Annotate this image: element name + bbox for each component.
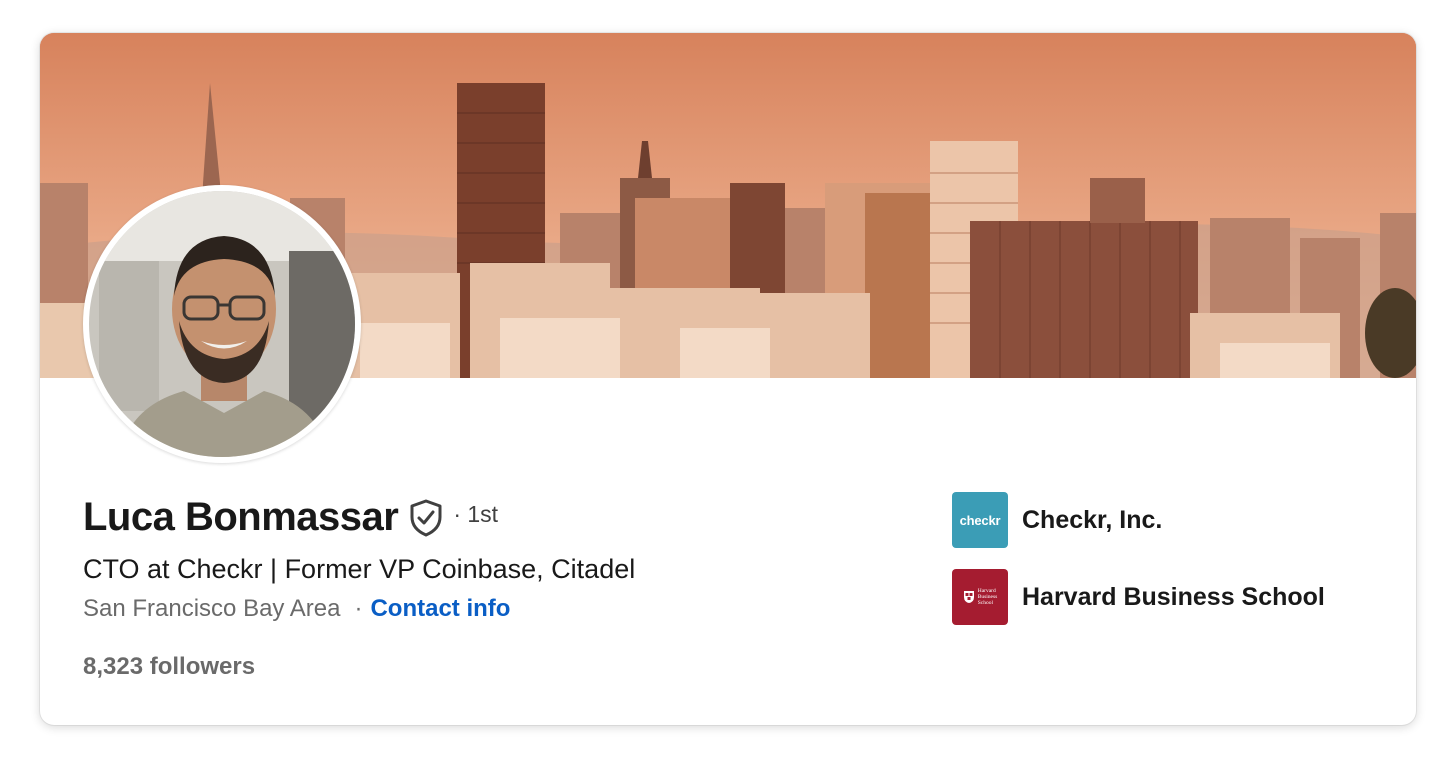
profile-headline: CTO at Checkr | Former VP Coinbase, Cita… bbox=[83, 554, 636, 584]
followers-count: 8,323 followers bbox=[83, 653, 256, 680]
separator-dot: · bbox=[354, 595, 363, 622]
harvard-shield-icon bbox=[963, 591, 974, 603]
harvard-business-school-logo: Harvard Business School bbox=[952, 569, 1008, 625]
org-item-checkr[interactable]: checkr Checkr, Inc. bbox=[952, 492, 1325, 548]
org-item-harvard[interactable]: Harvard Business School Harvard Business… bbox=[952, 569, 1325, 625]
shield-check-icon[interactable] bbox=[409, 499, 443, 537]
name-row: Luca Bonmassar · 1st bbox=[83, 495, 498, 540]
profile-name: Luca Bonmassar bbox=[83, 495, 399, 539]
avatar bbox=[89, 191, 355, 457]
checkr-logo: checkr bbox=[952, 492, 1008, 548]
profile-photo[interactable] bbox=[83, 185, 361, 463]
org-name-checkr: Checkr, Inc. bbox=[1022, 505, 1163, 534]
organizations-list: checkr Checkr, Inc. Harvard Business Sch… bbox=[952, 492, 1325, 646]
connection-degree: · 1st bbox=[453, 501, 499, 527]
checkr-logo-text: checkr bbox=[959, 512, 1001, 528]
org-name-harvard: Harvard Business School bbox=[1022, 582, 1325, 611]
location-row: San Francisco Bay Area · Contact info bbox=[83, 595, 510, 623]
profile-location: San Francisco Bay Area bbox=[83, 595, 341, 622]
hbs-logo-text: Harvard Business School bbox=[977, 588, 998, 606]
contact-info-link[interactable]: Contact info bbox=[370, 595, 510, 623]
profile-card: Luca Bonmassar · 1st CTO at Checkr | For… bbox=[40, 33, 1416, 725]
person-photo-image bbox=[89, 191, 355, 457]
